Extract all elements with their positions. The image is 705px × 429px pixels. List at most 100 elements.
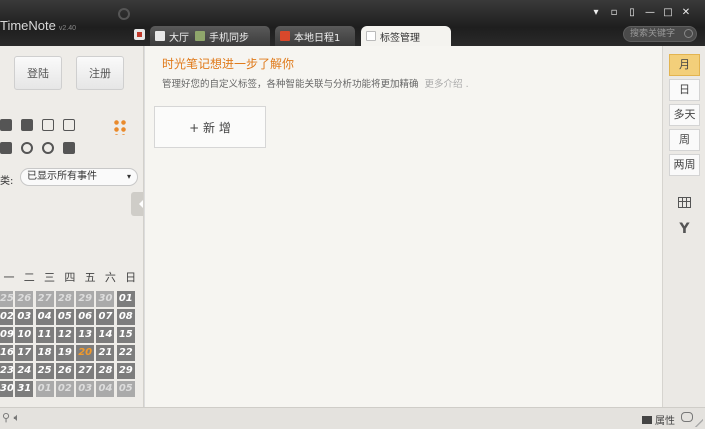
copy-icon[interactable] [0, 142, 12, 154]
calendar-day[interactable]: 21 [96, 345, 115, 362]
calendar-day[interactable]: 05 [55, 309, 74, 326]
pin-icon[interactable]: ⚲ [2, 411, 10, 424]
calendar-day[interactable]: 19 [55, 345, 74, 362]
more-icon[interactable] [113, 119, 127, 135]
calendar-day[interactable]: 25 [0, 291, 14, 307]
filter-value: 已显示所有事件 [27, 171, 97, 182]
calendar-week-row: 23 24 25 26 27 28 29 [0, 363, 142, 380]
calendar-day[interactable]: 01 [35, 381, 54, 398]
weekday-label: 日 [125, 271, 137, 284]
grid-view-button[interactable] [669, 191, 700, 213]
app-name: TimeNote [0, 18, 56, 33]
toolbar-row-2 [0, 142, 75, 154]
shirt-icon[interactable]: ▾ [591, 7, 601, 18]
more-info-link[interactable]: 更多介绍 . [425, 79, 469, 90]
calendar-day[interactable]: 29 [76, 291, 95, 307]
calendar-day[interactable]: 24 [15, 363, 34, 380]
calendar-day[interactable]: 04 [35, 309, 54, 326]
window-controls: ▾ ▫ ▯ — □ ✕ [591, 7, 691, 18]
calendar-day[interactable]: 10 [15, 327, 34, 344]
calendar-day[interactable]: 03 [76, 381, 95, 398]
calendar-day[interactable]: 04 [96, 381, 115, 398]
weekday-label: 四 [64, 271, 76, 284]
calendar-day[interactable]: 14 [96, 327, 115, 344]
calendar-week-row: 30 31 01 02 03 04 05 [0, 381, 142, 398]
branch-icon: Y [679, 221, 690, 237]
calendar-day[interactable]: 07 [96, 309, 115, 326]
lock-icon[interactable]: ▯ [627, 7, 637, 18]
view-month-button[interactable]: 月 [669, 54, 700, 76]
new-file-icon[interactable] [21, 119, 33, 131]
calendar-day[interactable]: 01 [116, 291, 135, 307]
undo-icon[interactable] [21, 142, 33, 154]
calendar-day[interactable]: 20 [76, 345, 95, 362]
login-button[interactable]: 登陆 [14, 56, 62, 90]
calendar-day[interactable]: 08 [116, 309, 135, 326]
sound-icon[interactable]: 🔈︎ [14, 411, 21, 424]
calendar-day[interactable]: 27 [76, 363, 95, 380]
calendar-day[interactable]: 17 [15, 345, 34, 362]
tab-label: 标签管理 [380, 32, 420, 44]
app-version: v2.40 [58, 25, 76, 32]
calendar-day[interactable]: 11 [35, 327, 54, 344]
calendar-day[interactable]: 18 [35, 345, 54, 362]
calendar-day[interactable]: 12 [55, 327, 74, 344]
gear-icon [118, 8, 130, 20]
calendar-day[interactable]: 06 [76, 309, 95, 326]
collapse-sidebar-button[interactable] [131, 192, 143, 216]
calendar-day[interactable]: 28 [96, 363, 115, 380]
calendar-day[interactable]: 31 [15, 381, 34, 398]
sidebar: 登陆 注册 类: 已显示所有事件 ▾ 一二三四五六日 25 26 27 28 29 30 0… [0, 46, 144, 407]
event-filter-select[interactable]: 已显示所有事件 ▾ [20, 168, 138, 186]
view-day-button[interactable]: 日 [669, 79, 700, 101]
tab-tag-management[interactable]: 标签管理 [361, 26, 451, 46]
calendar-day[interactable]: 22 [116, 345, 135, 362]
folder-icon[interactable] [0, 119, 12, 131]
properties-label: 属性 [655, 416, 675, 427]
settings-icon[interactable] [42, 142, 54, 154]
tab-label[interactable]: 手机同步 [209, 29, 249, 44]
branch-view-button[interactable]: Y [669, 218, 700, 240]
calendar-day[interactable]: 02 [0, 309, 14, 326]
calendar-day[interactable]: 03 [15, 309, 34, 326]
calendar-day[interactable]: 25 [35, 363, 54, 380]
view-two-weeks-button[interactable]: 两周 [669, 154, 700, 176]
save-icon[interactable] [42, 119, 54, 131]
calendar-day[interactable]: 05 [116, 381, 135, 398]
calendar-day[interactable]: 09 [0, 327, 14, 344]
calendar-day[interactable]: 26 [55, 363, 74, 380]
edit-icon[interactable] [63, 119, 75, 131]
calendar-day[interactable]: 26 [15, 291, 34, 307]
search-icon[interactable] [684, 29, 693, 38]
tab-local-schedule[interactable]: 本地日程1 [275, 26, 355, 46]
calendar-day[interactable]: 16 [0, 345, 14, 362]
calendar-day[interactable]: 23 [0, 363, 14, 380]
calendar-day[interactable]: 30 [0, 381, 14, 398]
weekday-label: 三 [44, 271, 56, 284]
minimize-button[interactable]: — [645, 7, 655, 18]
calendar-weekdays: 一二三四五六日 [0, 269, 142, 285]
view-week-button[interactable]: 周 [669, 129, 700, 151]
clipboard-icon[interactable] [63, 142, 75, 154]
maximize-button[interactable]: □ [663, 7, 673, 18]
calendar-day[interactable]: 13 [76, 327, 95, 344]
tab-hall[interactable]: 大厅 手机同步 [150, 26, 270, 46]
properties-button[interactable]: 属性 [642, 412, 675, 427]
weekday-label: 一 [3, 271, 15, 284]
chat-icon[interactable] [681, 412, 693, 422]
mail-icon[interactable]: ▫ [609, 7, 619, 18]
calendar-day[interactable]: 28 [55, 291, 74, 307]
register-button[interactable]: 注册 [76, 56, 124, 90]
home-icon[interactable] [134, 29, 145, 40]
add-tag-button[interactable]: + 新 增 [154, 106, 266, 148]
view-multi-day-button[interactable]: 多天 [669, 104, 700, 126]
calendar-day[interactable]: 29 [116, 363, 135, 380]
calendar-day[interactable]: 30 [96, 291, 115, 307]
calendar-day[interactable]: 27 [35, 291, 54, 307]
hint-title: 时光笔记想进一步了解你 [162, 57, 295, 71]
calendar-day[interactable]: 15 [116, 327, 135, 344]
search-input[interactable]: 搜索关键字 [623, 26, 697, 42]
calendar-day[interactable]: 02 [55, 381, 74, 398]
resize-grip[interactable] [695, 419, 703, 427]
close-button[interactable]: ✕ [681, 7, 691, 18]
